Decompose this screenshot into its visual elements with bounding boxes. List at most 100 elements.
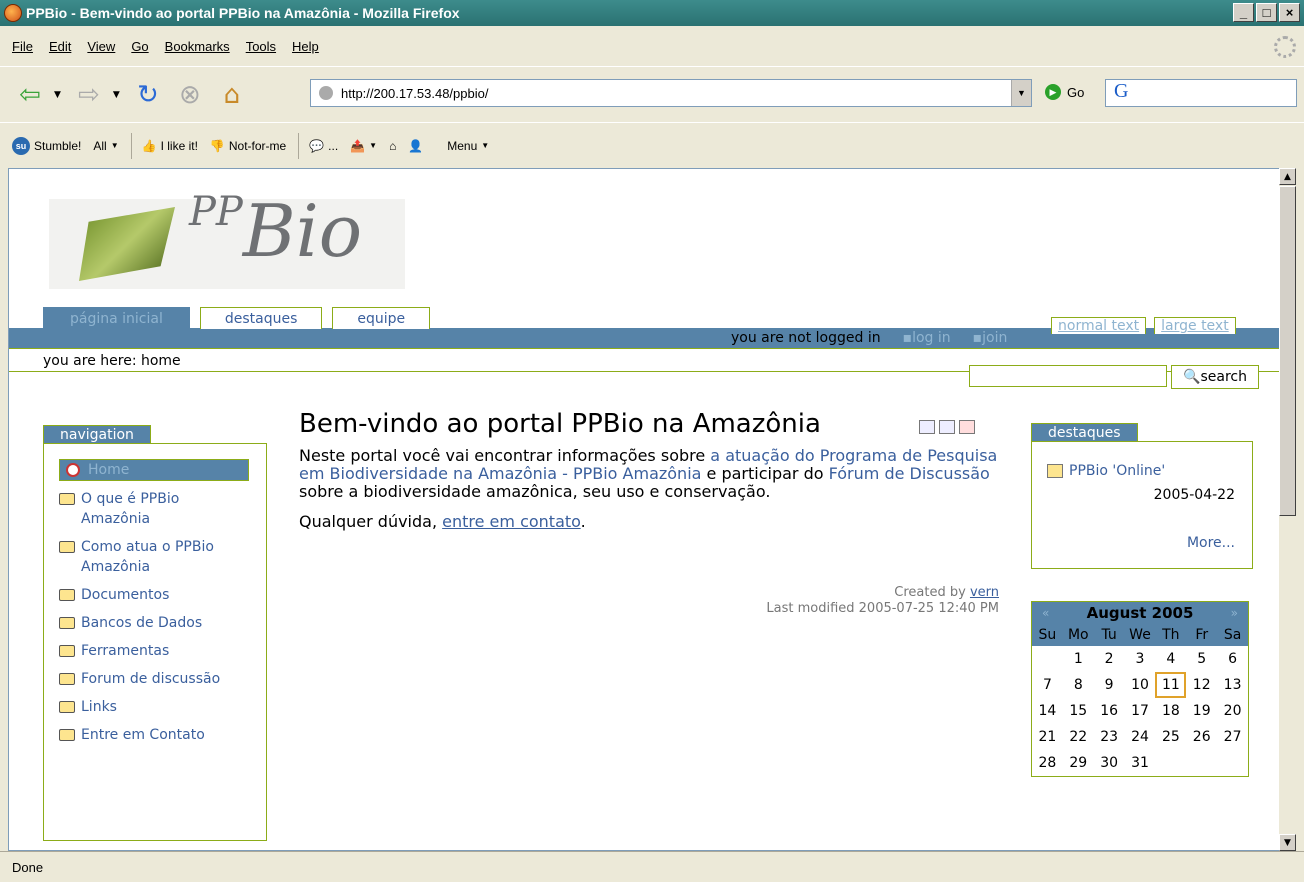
calendar-day[interactable]: 18 xyxy=(1155,698,1186,724)
menu-go[interactable]: Go xyxy=(131,39,148,54)
nav-item-ferramentas[interactable]: Ferramentas xyxy=(59,641,249,661)
url-bar[interactable]: http://200.17.53.48/ppbio/ ▼ xyxy=(310,79,1032,107)
nav-item-bancos-de-dados[interactable]: Bancos de Dados xyxy=(59,613,249,633)
home-icon xyxy=(66,463,80,477)
firefox-icon xyxy=(4,4,22,22)
breadcrumb: you are here: home xyxy=(43,353,181,369)
maximize-button[interactable]: □ xyxy=(1256,3,1277,22)
nav-item-documentos[interactable]: Documentos xyxy=(59,585,249,605)
calendar-day[interactable]: 30 xyxy=(1094,750,1125,776)
calendar-day[interactable]: 9 xyxy=(1094,672,1125,698)
contact-link[interactable]: entre em contato xyxy=(442,512,581,531)
menu-help[interactable]: Help xyxy=(292,39,319,54)
nav-item-links[interactable]: Links xyxy=(59,697,249,717)
back-icon[interactable]: ⇦ xyxy=(12,77,48,113)
url-dropdown-icon[interactable]: ▼ xyxy=(1011,80,1031,106)
vertical-scrollbar[interactable]: ▲ ▼ xyxy=(1279,168,1296,851)
calendar-day[interactable]: 24 xyxy=(1125,724,1156,750)
join-link[interactable]: ▪join xyxy=(973,328,1008,349)
calendar-day[interactable]: 15 xyxy=(1063,698,1094,724)
forward-icon[interactable]: ⇨ xyxy=(71,77,107,113)
scroll-up-icon[interactable]: ▲ xyxy=(1279,168,1296,185)
login-link[interactable]: ▪log in xyxy=(903,328,951,349)
site-logo[interactable]: PPBio xyxy=(49,189,405,289)
calendar-day[interactable]: 1 xyxy=(1063,646,1094,672)
minimize-button[interactable]: _ xyxy=(1233,3,1254,22)
calendar-day[interactable]: 21 xyxy=(1032,724,1063,750)
calendar-day[interactable]: 2 xyxy=(1094,646,1125,672)
calendar-day[interactable]: 17 xyxy=(1125,698,1156,724)
calendar-day[interactable]: 23 xyxy=(1094,724,1125,750)
scroll-thumb[interactable] xyxy=(1279,186,1296,516)
nav-item-o-que-e[interactable]: O que é PPBio Amazônia xyxy=(59,489,249,529)
calendar-day[interactable]: 12 xyxy=(1186,672,1217,698)
pdf-icon[interactable] xyxy=(959,420,975,434)
home-icon[interactable]: ⌂ xyxy=(214,77,250,113)
next-month-button[interactable]: » xyxy=(1231,606,1238,620)
tab-destaques[interactable]: destaques xyxy=(199,307,323,329)
site-search-input[interactable] xyxy=(969,365,1167,387)
calendar-day[interactable]: 20 xyxy=(1217,698,1248,724)
like-button[interactable]: 👍 I like it! xyxy=(142,139,198,153)
calendar-day[interactable]: 7 xyxy=(1032,672,1063,698)
calendar-day[interactable]: 6 xyxy=(1217,646,1248,672)
calendar-day[interactable]: 8 xyxy=(1063,672,1094,698)
more-link[interactable]: More... xyxy=(1187,535,1235,551)
calendar-day[interactable]: 14 xyxy=(1032,698,1063,724)
menu-dropdown[interactable]: Menu ▼ xyxy=(447,139,489,153)
profile-button[interactable]: 👤 xyxy=(408,139,423,153)
tab-home[interactable]: página inicial xyxy=(43,307,190,329)
calendar-day[interactable]: 19 xyxy=(1186,698,1217,724)
calendar-day[interactable]: 27 xyxy=(1217,724,1248,750)
nav-item-home[interactable]: Home xyxy=(59,459,249,481)
calendar-day[interactable]: 4 xyxy=(1155,646,1186,672)
calendar-day[interactable]: 25 xyxy=(1155,724,1186,750)
comment-icon: 💬 xyxy=(309,138,325,153)
menu-tools[interactable]: Tools xyxy=(246,39,276,54)
calendar-day[interactable]: 5 xyxy=(1186,646,1217,672)
stumble-button[interactable]: su Stumble! xyxy=(12,136,81,155)
send-button[interactable]: 📤 ▼ xyxy=(350,139,377,153)
calendar-day[interactable]: 22 xyxy=(1063,724,1094,750)
go-button[interactable]: ▶ Go xyxy=(1045,84,1084,100)
nav-item-como-atua[interactable]: Como atua o PPBio Amazônia xyxy=(59,537,249,577)
calendar-day[interactable]: 11 xyxy=(1155,672,1187,698)
menu-file[interactable]: File xyxy=(12,39,33,54)
calendar-day[interactable]: 31 xyxy=(1125,750,1156,776)
stumble-home-button[interactable]: ⌂ xyxy=(389,139,396,153)
scroll-down-icon[interactable]: ▼ xyxy=(1279,834,1296,851)
all-dropdown[interactable]: All ▼ xyxy=(93,139,118,153)
nav-item-contato[interactable]: Entre em Contato xyxy=(59,725,249,745)
destaques-item[interactable]: PPBio 'Online' xyxy=(1047,463,1165,479)
comment-button[interactable]: 💬... xyxy=(309,139,338,153)
reload-icon[interactable]: ↻ xyxy=(130,77,166,113)
go-icon: ▶ xyxy=(1045,84,1061,100)
calendar-day[interactable]: 13 xyxy=(1217,672,1248,698)
author-link[interactable]: vern xyxy=(970,585,999,600)
google-search-input[interactable]: G xyxy=(1105,79,1297,107)
prev-month-button[interactable]: « xyxy=(1042,606,1049,620)
email-icon[interactable] xyxy=(919,420,935,434)
forward-dropdown-icon[interactable]: ▼ xyxy=(113,90,120,100)
menu-view[interactable]: View xyxy=(87,39,115,54)
stop-icon[interactable]: ⊗ xyxy=(172,77,208,113)
print-icon[interactable] xyxy=(939,420,955,434)
calendar-day[interactable]: 29 xyxy=(1063,750,1094,776)
url-text[interactable]: http://200.17.53.48/ppbio/ xyxy=(341,86,488,101)
calendar-day[interactable]: 26 xyxy=(1186,724,1217,750)
close-button[interactable]: × xyxy=(1279,3,1300,22)
normal-text-link[interactable]: normal text xyxy=(1051,317,1147,334)
calendar-day[interactable]: 10 xyxy=(1125,672,1156,698)
menu-edit[interactable]: Edit xyxy=(49,39,71,54)
search-button[interactable]: 🔍 search xyxy=(1171,365,1259,389)
menu-bookmarks[interactable]: Bookmarks xyxy=(165,39,230,54)
calendar-day[interactable]: 3 xyxy=(1125,646,1156,672)
calendar-day[interactable]: 28 xyxy=(1032,750,1063,776)
forum-link[interactable]: Fórum de Discussão xyxy=(829,464,990,483)
back-dropdown-icon[interactable]: ▼ xyxy=(54,90,61,100)
not-for-me-button[interactable]: 👎 Not-for-me xyxy=(210,139,286,153)
calendar-day[interactable]: 16 xyxy=(1094,698,1125,724)
nav-item-forum[interactable]: Forum de discussão xyxy=(59,669,249,689)
tab-equipe[interactable]: equipe xyxy=(332,307,431,329)
large-text-link[interactable]: large text xyxy=(1154,317,1236,334)
